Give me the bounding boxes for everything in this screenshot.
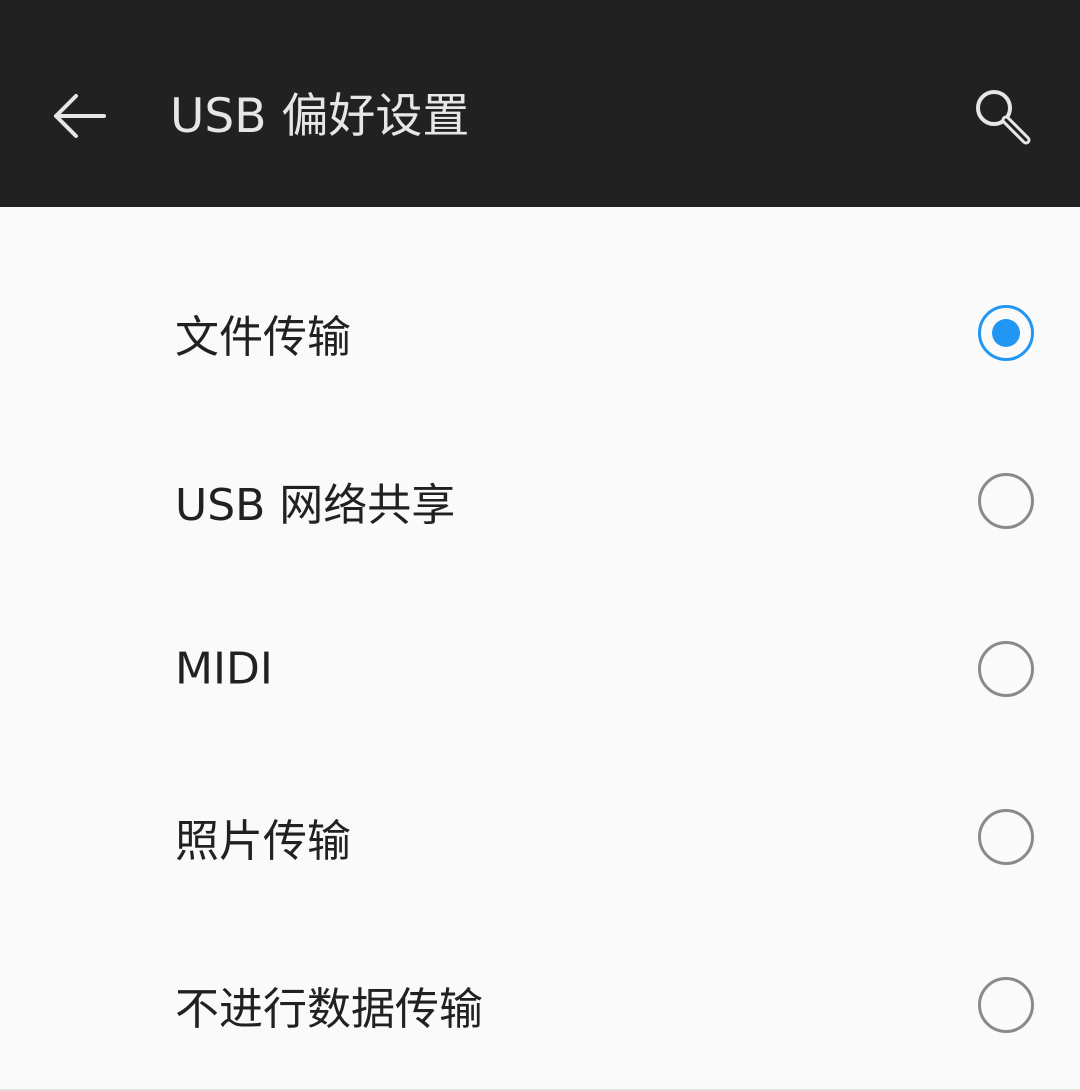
app-bar: USB 偏好设置 (0, 0, 1080, 207)
radio-button[interactable] (978, 473, 1034, 529)
option-midi[interactable]: MIDI (0, 585, 1080, 753)
search-icon (976, 90, 1031, 145)
search-button[interactable] (960, 76, 1044, 160)
option-label: USB 网络共享 (175, 480, 456, 531)
radio-button-selected[interactable] (978, 305, 1034, 361)
radio-dot (992, 319, 1020, 347)
back-button[interactable] (40, 76, 120, 156)
option-file-transfer[interactable]: 文件传输 (0, 249, 1080, 417)
option-usb-tethering[interactable]: USB 网络共享 (0, 417, 1080, 585)
radio-button[interactable] (978, 641, 1034, 697)
page-title: USB 偏好设置 (170, 89, 470, 144)
option-photo-transfer[interactable]: 照片传输 (0, 753, 1080, 921)
option-label: 照片传输 (175, 816, 351, 867)
option-label: 文件传输 (175, 312, 351, 363)
radio-button[interactable] (978, 977, 1034, 1033)
option-label: 不进行数据传输 (175, 984, 483, 1035)
usb-preferences-list: 文件传输 USB 网络共享 MIDI 照片传输 不进行数据传输 (0, 207, 1080, 1090)
radio-button[interactable] (978, 809, 1034, 865)
option-label: MIDI (175, 643, 273, 695)
option-no-data-transfer[interactable]: 不进行数据传输 (0, 921, 1080, 1089)
arrow-left-icon (54, 94, 106, 138)
